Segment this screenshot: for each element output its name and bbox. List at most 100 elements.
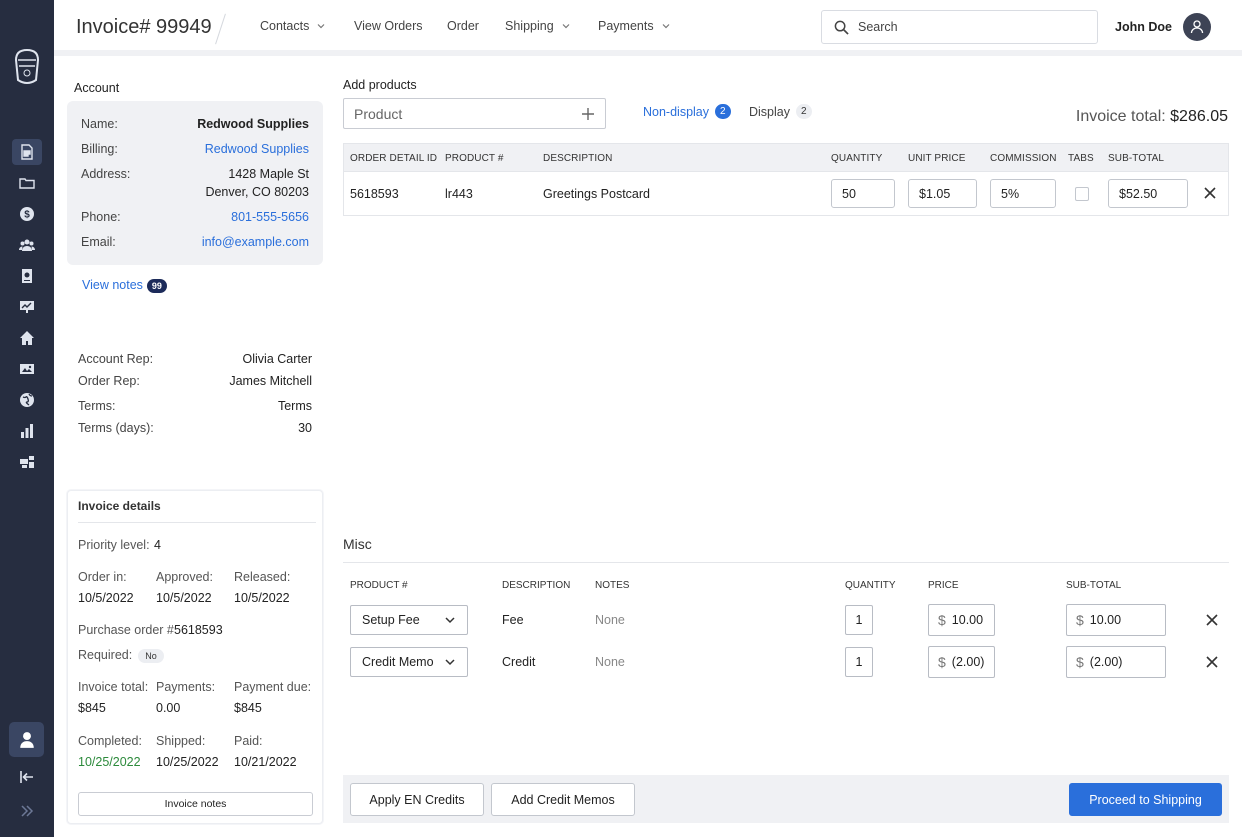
misc-col-quantity: QUANTITY — [845, 580, 896, 591]
avatar[interactable] — [1183, 13, 1211, 41]
globe-icon[interactable] — [17, 390, 37, 410]
quantity-input[interactable] — [831, 179, 895, 208]
misc-title: Misc — [343, 536, 372, 552]
terms-days-value: 30 — [298, 421, 312, 435]
misc-subtotal-field: $ — [1066, 646, 1166, 678]
tab-non-display[interactable]: Non-display 2 — [643, 104, 731, 119]
col-product: PRODUCT # — [445, 153, 504, 164]
document-icon[interactable] — [12, 139, 42, 165]
misc-price-input[interactable] — [951, 655, 1012, 669]
user-icon[interactable] — [9, 722, 44, 757]
chevron-down-icon — [445, 617, 455, 624]
apply-credits-button[interactable]: Apply EN Credits — [350, 783, 484, 816]
collapse-icon[interactable] — [17, 767, 37, 787]
released-label: Released: — [234, 570, 291, 584]
expand-icon[interactable] — [17, 801, 37, 821]
col-unit-price: UNIT PRICE — [908, 153, 966, 164]
invoice-total-value: $845 — [78, 701, 106, 715]
notes-count-badge: 99 — [146, 278, 167, 293]
priority-label: Priority level: — [78, 538, 150, 552]
title-divider — [215, 13, 226, 45]
misc-product-select[interactable]: Setup Fee — [350, 605, 468, 635]
email-link[interactable]: info@example.com — [202, 235, 309, 249]
dollar-icon[interactable]: $ — [17, 204, 37, 224]
nav-contacts[interactable]: Contacts — [260, 19, 325, 33]
order-in-label: Order in: — [78, 570, 127, 584]
account-name: Redwood Supplies — [197, 117, 309, 131]
priority-value: 4 — [154, 538, 161, 552]
subtotal-input[interactable] — [1108, 179, 1188, 208]
billing-link[interactable]: Redwood Supplies — [205, 142, 309, 156]
misc-quantity-input[interactable] — [845, 647, 873, 677]
required-badge: No — [138, 649, 164, 663]
unit-price-input[interactable] — [908, 179, 977, 208]
sidebar: $ — [0, 0, 54, 837]
nav-shipping[interactable]: Shipping — [505, 19, 570, 33]
nav-label: Contacts — [260, 19, 310, 33]
remove-row-button[interactable] — [1202, 185, 1218, 201]
divider — [78, 522, 316, 523]
phone-label: Phone: — [81, 210, 121, 224]
home-icon[interactable] — [17, 328, 37, 348]
po-label: Purchase order # — [78, 623, 174, 637]
misc-subtotal-input[interactable] — [1089, 613, 1150, 627]
phone-link[interactable]: 801-555-5656 — [231, 210, 309, 224]
remove-misc-row-button[interactable] — [1204, 654, 1220, 670]
tab-display[interactable]: Display 2 — [749, 104, 812, 119]
presentation-icon[interactable] — [17, 297, 37, 317]
proceed-to-shipping-button[interactable]: Proceed to Shipping — [1069, 783, 1222, 816]
invoice-details-title: Invoice details — [78, 499, 161, 513]
add-credit-memos-button[interactable]: Add Credit Memos — [491, 783, 635, 816]
image-icon[interactable] — [17, 359, 37, 379]
misc-price-input[interactable] — [951, 613, 1012, 627]
plus-icon[interactable] — [581, 107, 595, 121]
close-icon — [1206, 656, 1218, 668]
address-line1: 1428 Maple St — [228, 167, 309, 181]
remove-misc-row-button[interactable] — [1204, 612, 1220, 628]
nav-label: Payments — [598, 19, 654, 33]
tabs-checkbox[interactable] — [1075, 187, 1089, 201]
table-row: 5618593 lr443 Greetings Postcard — [343, 172, 1229, 216]
tab-count-badge: 2 — [715, 104, 731, 119]
completed-label: Completed: — [78, 734, 142, 748]
misc-notes: None — [595, 655, 625, 669]
misc-col-notes: NOTES — [595, 580, 630, 591]
invoice-notes-button[interactable]: Invoice notes — [78, 792, 313, 816]
currency-symbol: $ — [1076, 612, 1084, 628]
required-label: Required: No — [78, 648, 164, 663]
invoice-total-label: Invoice total: — [1075, 108, 1166, 125]
invoice-total-amount: $286.05 — [1170, 108, 1228, 125]
users-icon[interactable] — [17, 235, 37, 255]
account-rep-label: Account Rep: — [78, 352, 154, 366]
address-label: Address: — [81, 167, 131, 181]
commission-input[interactable] — [990, 179, 1056, 208]
chevron-down-icon — [445, 659, 455, 666]
folder-icon[interactable] — [17, 173, 37, 193]
nav-view-orders[interactable]: View Orders — [354, 19, 423, 33]
product-description: Greetings Postcard — [543, 187, 650, 201]
released-value: 10/5/2022 — [234, 591, 290, 605]
tab-label: Non-display — [643, 104, 710, 119]
misc-quantity-input[interactable] — [845, 605, 873, 635]
paid-label: Paid: — [234, 734, 263, 748]
order-detail-id-link[interactable]: 5618593 — [350, 187, 399, 201]
bar-chart-icon[interactable] — [17, 421, 37, 441]
misc-description: Fee — [502, 613, 524, 627]
tools-icon[interactable] — [17, 452, 37, 472]
report-icon[interactable] — [17, 266, 37, 286]
misc-product-select[interactable]: Credit Memo — [350, 647, 468, 677]
search-input[interactable] — [858, 20, 1078, 34]
currency-symbol: $ — [1076, 654, 1084, 670]
logo — [12, 44, 42, 88]
nav-payments[interactable]: Payments — [598, 19, 670, 33]
misc-notes: None — [595, 613, 625, 627]
nav-order[interactable]: Order — [447, 19, 479, 33]
misc-description: Credit — [502, 655, 536, 669]
misc-col-subtotal: SUB-TOTAL — [1066, 580, 1122, 591]
misc-subtotal-input[interactable] — [1089, 655, 1150, 669]
product-number-link[interactable]: lr443 — [445, 187, 473, 201]
view-notes-link[interactable]: View notes 99 — [82, 278, 167, 293]
payment-due-label: Payment due: — [234, 680, 312, 694]
divider — [343, 562, 1229, 563]
product-input[interactable] — [354, 105, 581, 122]
